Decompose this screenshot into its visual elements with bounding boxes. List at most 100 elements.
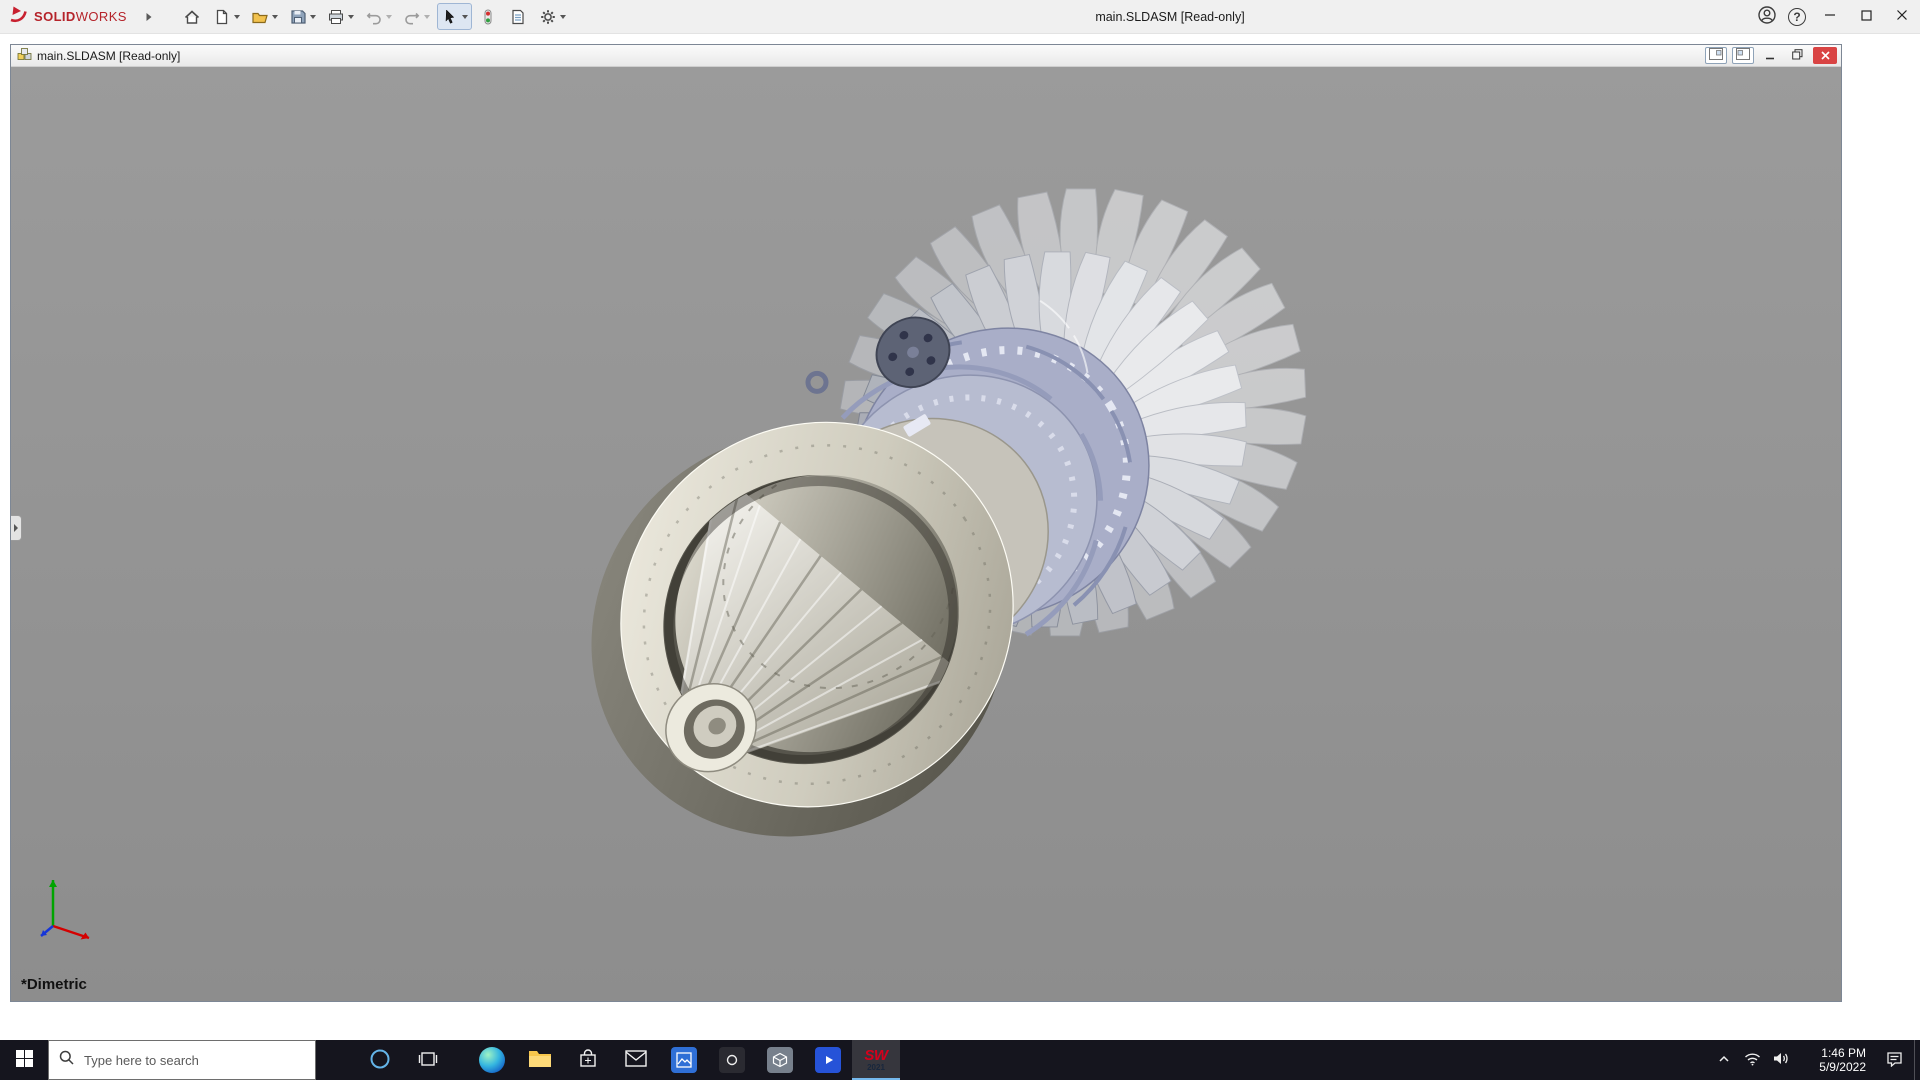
file-explorer-icon <box>528 1049 552 1072</box>
account-button[interactable] <box>1752 0 1782 34</box>
volume-icon <box>1772 1051 1789 1069</box>
print-icon <box>327 8 345 26</box>
home-button[interactable] <box>179 3 206 30</box>
file-properties-icon <box>509 8 527 26</box>
brand-text: SOLIDWORKS <box>34 9 127 24</box>
featuremanager-collapse-arrow[interactable] <box>11 515 22 541</box>
dropdown-caret-icon <box>309 14 316 19</box>
solidworks-brand: SOLIDWORKS <box>8 3 127 30</box>
toolbar-expand-arrow-icon[interactable] <box>145 12 153 22</box>
maximize-button[interactable] <box>1848 0 1884 34</box>
print-button[interactable] <box>323 3 358 30</box>
new-document-icon <box>213 8 231 26</box>
options-button[interactable] <box>535 3 570 30</box>
view-orientation-label: *Dimetric <box>21 976 87 993</box>
dropdown-caret-icon <box>385 14 392 19</box>
clock-time: 1:46 PM <box>1821 1046 1866 1060</box>
document-titlebar[interactable]: main.SLDASM [Read-only] <box>11 45 1841 67</box>
solidworks-icon: SW 2021 <box>864 1047 888 1072</box>
save-icon <box>289 8 307 26</box>
new-document-button[interactable] <box>209 3 244 30</box>
taskbar-app-photos[interactable] <box>660 1040 708 1080</box>
screen: SOLIDWORKS main.SLDASM [Read-only] ? mai… <box>0 0 1920 1080</box>
home-icon <box>183 8 201 26</box>
app-titlebar: SOLIDWORKS main.SLDASM [Read-only] ? <box>0 0 1920 34</box>
child-restore-button[interactable] <box>1786 47 1808 64</box>
clock-date: 5/9/2022 <box>1819 1060 1866 1074</box>
edrawings-icon <box>767 1047 793 1073</box>
lifting-hook <box>805 370 829 394</box>
mail-icon <box>625 1050 647 1070</box>
taskbar-app-movies[interactable] <box>804 1040 852 1080</box>
movies-icon <box>815 1047 841 1073</box>
assembly-icon <box>17 47 32 64</box>
rebuild-icon <box>479 8 497 26</box>
pane-right-icon <box>1736 48 1750 63</box>
network-icon <box>1744 1052 1761 1069</box>
undo-button[interactable] <box>361 3 396 30</box>
file-properties-button[interactable] <box>505 3 532 30</box>
taskbar-app-edge[interactable] <box>468 1040 516 1080</box>
taskbar-app-mail[interactable] <box>612 1040 660 1080</box>
cortana-button[interactable] <box>356 1040 404 1080</box>
jet-engine-model <box>591 188 1307 837</box>
minimize-button[interactable] <box>1812 0 1848 34</box>
action-center-icon <box>1886 1051 1903 1070</box>
network-button[interactable] <box>1738 1040 1766 1080</box>
graphics-viewport[interactable]: *Dimetric <box>11 67 1841 1001</box>
taskbar-spacer <box>452 1040 468 1080</box>
edge-icon <box>479 1047 505 1073</box>
brand-light: WORKS <box>75 9 127 24</box>
solidworks-version-badge: 2021 <box>867 1063 885 1072</box>
tray-expand-button[interactable] <box>1710 1040 1738 1080</box>
chevron-up-icon <box>1717 1052 1731 1069</box>
minimize-icon <box>1824 9 1836 24</box>
child-minimize-button[interactable] <box>1759 47 1781 64</box>
orientation-triad <box>40 880 90 940</box>
child-close-icon <box>1820 48 1830 63</box>
taskbar-app-file-explorer[interactable] <box>516 1040 564 1080</box>
taskbar: SW 2021 1:46 PM 5/9/2022 <box>0 1040 1920 1080</box>
pane-right-button[interactable] <box>1732 47 1754 64</box>
document-window: main.SLDASM [Read-only] *Dimetric <box>10 44 1842 1002</box>
child-close-button[interactable] <box>1813 47 1837 64</box>
dropdown-caret-icon <box>347 14 354 19</box>
undo-icon <box>365 8 383 26</box>
solidworks-logo-icon <box>8 3 30 30</box>
child-minimize-icon <box>1765 48 1775 63</box>
brand-bold: SOLID <box>34 9 76 24</box>
taskbar-app-camera[interactable] <box>708 1040 756 1080</box>
help-button[interactable]: ? <box>1782 0 1812 34</box>
client-area: main.SLDASM [Read-only] *Dimetric <box>0 34 1920 1040</box>
account-icon <box>1757 5 1777 28</box>
taskbar-app-edrawings[interactable] <box>756 1040 804 1080</box>
taskbar-search[interactable] <box>48 1040 316 1080</box>
dropdown-caret-icon <box>559 14 566 19</box>
pane-left-button[interactable] <box>1705 47 1727 64</box>
redo-button[interactable] <box>399 3 434 30</box>
taskbar-spacer <box>316 1040 356 1080</box>
show-desktop-strip[interactable] <box>1914 1040 1920 1080</box>
search-icon <box>59 1050 74 1070</box>
volume-button[interactable] <box>1766 1040 1794 1080</box>
options-gear-icon <box>539 8 557 26</box>
open-button[interactable] <box>247 3 282 30</box>
search-input[interactable] <box>82 1051 305 1069</box>
taskbar-app-store[interactable] <box>564 1040 612 1080</box>
pane-left-icon <box>1709 48 1723 63</box>
action-center-button[interactable] <box>1874 1040 1914 1080</box>
help-icon: ? <box>1788 7 1806 26</box>
save-button[interactable] <box>285 3 320 30</box>
taskbar-clock[interactable]: 1:46 PM 5/9/2022 <box>1794 1040 1874 1080</box>
open-icon <box>251 8 269 26</box>
select-button[interactable] <box>436 3 472 30</box>
task-view-button[interactable] <box>404 1040 452 1080</box>
titlebar-right: ? <box>1752 0 1920 33</box>
quick-access-toolbar <box>179 3 570 30</box>
start-button[interactable] <box>0 1040 48 1080</box>
close-button[interactable] <box>1884 0 1920 34</box>
taskbar-app-solidworks[interactable]: SW 2021 <box>852 1040 900 1080</box>
solidworks-logo-glyph: SW <box>864 1047 888 1064</box>
dropdown-caret-icon <box>271 14 278 19</box>
rebuild-button[interactable] <box>475 3 502 30</box>
